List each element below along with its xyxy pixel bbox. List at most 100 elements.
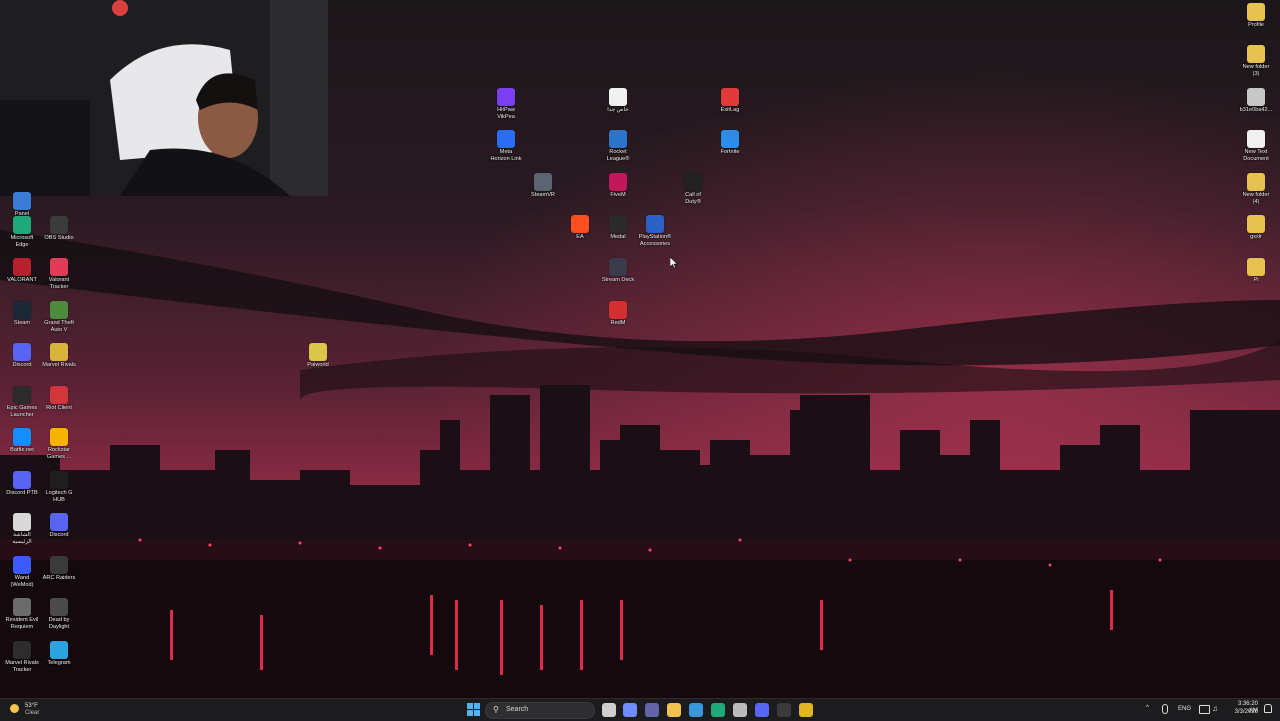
desktop-shortcut-label: New folder (4) bbox=[1242, 192, 1270, 205]
desktop-shortcut-label: Stream Deck bbox=[601, 277, 635, 283]
file-explorer-icon[interactable] bbox=[667, 703, 681, 717]
riot-client-icon bbox=[50, 386, 68, 404]
desktop-shortcut[interactable]: Profile bbox=[1234, 3, 1278, 29]
desktop-shortcut-label: Valorant Tracker bbox=[48, 277, 70, 290]
webcam-overlay bbox=[0, 0, 328, 196]
weather-icon bbox=[10, 704, 19, 713]
language-indicator[interactable]: ENG bbox=[1178, 706, 1191, 713]
desktop-shortcut[interactable]: Pi bbox=[1234, 258, 1278, 284]
file-icon bbox=[13, 513, 31, 531]
stream-deck-icon bbox=[609, 258, 627, 276]
desktop-shortcut[interactable]: Panel bbox=[0, 192, 44, 218]
desktop-shortcut[interactable]: HitPaw VikPea bbox=[484, 88, 528, 121]
taskbar-search-box[interactable]: ⚲ Search bbox=[485, 702, 595, 719]
resident-evil-icon bbox=[13, 598, 31, 616]
copilot-icon[interactable] bbox=[623, 703, 637, 717]
network-icon[interactable] bbox=[1199, 705, 1210, 714]
desktop-shortcut[interactable]: ARC Raiders bbox=[37, 556, 81, 582]
desktop-shortcut[interactable]: SteamVR bbox=[521, 173, 565, 199]
desktop-shortcut-label: Telegram bbox=[47, 660, 71, 666]
valorant-tracker-icon bbox=[50, 258, 68, 276]
logitech-icon bbox=[50, 471, 68, 489]
windows-logo-icon bbox=[467, 703, 480, 716]
desktop-shortcut[interactable]: Discord bbox=[37, 513, 81, 539]
desktop-shortcut-label: ExitLag bbox=[720, 107, 740, 113]
desktop-shortcut-label: Palworld bbox=[307, 362, 329, 368]
search-placeholder: Search bbox=[506, 706, 529, 713]
desktop-shortcut-label: ARC Raiders bbox=[42, 575, 76, 581]
desktop-shortcut[interactable]: Valorant Tracker bbox=[37, 258, 81, 291]
control-panel-icon bbox=[13, 192, 31, 210]
desktop-shortcut[interactable]: Rockstar Games ... bbox=[37, 428, 81, 461]
desktop-shortcut[interactable]: PlayStation® Accessories bbox=[633, 215, 677, 248]
desktop-shortcut[interactable]: ExitLag bbox=[708, 88, 752, 114]
exitlag-icon bbox=[721, 88, 739, 106]
desktop-shortcut-label: Pi bbox=[1253, 277, 1259, 283]
desktop-shortcut[interactable]: Fortnite bbox=[708, 130, 752, 156]
hitpaw-icon bbox=[497, 88, 515, 106]
desktop-shortcut[interactable]: Riot Client bbox=[37, 386, 81, 412]
steamvr-icon bbox=[534, 173, 552, 191]
tray-overflow-chevron-icon[interactable]: ^ bbox=[1146, 705, 1149, 712]
ea-icon bbox=[571, 215, 589, 233]
taskbar: 53°F Clear ⚲ Search ^ ENG ♫ 3:36:20 AM 3… bbox=[0, 698, 1280, 721]
desktop-shortcut-label: Call of Duty® bbox=[685, 192, 701, 205]
teams-icon[interactable] bbox=[645, 703, 659, 717]
desktop-shortcut[interactable]: Logitech G HUB bbox=[37, 471, 81, 504]
desktop-shortcut-label: Meta Horizon Link bbox=[490, 149, 522, 162]
weather-condition: Clear bbox=[25, 710, 40, 716]
start-button[interactable] bbox=[467, 703, 480, 716]
desktop-shortcut[interactable]: Dead by Daylight bbox=[37, 598, 81, 631]
desktop-shortcut-label: Rocket League® bbox=[606, 149, 630, 162]
wand-icon bbox=[13, 556, 31, 574]
desktop-shortcut[interactable]: Grand Theft Auto V bbox=[37, 301, 81, 334]
desktop-shortcut[interactable]: Call of Duty® bbox=[671, 173, 715, 206]
desktop-shortcut[interactable]: New folder (3) bbox=[1234, 45, 1278, 78]
arc-raiders-icon bbox=[50, 556, 68, 574]
desktop-shortcut[interactable]: Palworld bbox=[296, 343, 340, 369]
xbox-icon[interactable] bbox=[733, 703, 747, 717]
desktop-shortcut[interactable]: RedM bbox=[596, 301, 640, 327]
desktop-shortcut-label: Profile bbox=[1248, 22, 1264, 28]
desktop-shortcut[interactable]: Stream Deck bbox=[596, 258, 640, 284]
desktop-shortcut[interactable]: Telegram bbox=[37, 641, 81, 667]
discord-icon[interactable] bbox=[755, 703, 769, 717]
task-view-icon[interactable] bbox=[602, 703, 616, 717]
desktop-shortcut-label: New folder (3) bbox=[1242, 64, 1270, 77]
rockstar-icon bbox=[50, 428, 68, 446]
chrome-icon[interactable] bbox=[799, 703, 813, 717]
notification-bell-icon[interactable] bbox=[1264, 704, 1272, 713]
desktop-shortcut[interactable]: FiveM bbox=[596, 173, 640, 199]
desktop-shortcut[interactable]: Rocket League® bbox=[596, 130, 640, 163]
microphone-icon[interactable] bbox=[1162, 704, 1168, 714]
fivem-icon bbox=[609, 173, 627, 191]
telegram-icon bbox=[50, 641, 68, 659]
playstation-icon bbox=[646, 215, 664, 233]
marvel-rivals-icon bbox=[50, 343, 68, 361]
palworld-icon bbox=[309, 343, 327, 361]
desktop-shortcut[interactable]: ﺧﺎﺹ ﺟﺪﺍ bbox=[596, 88, 640, 114]
meta-icon bbox=[497, 130, 515, 148]
desktop-shortcut[interactable]: Marvel Rivals bbox=[37, 343, 81, 369]
desktop-shortcut[interactable]: b31e0ba42... bbox=[1234, 88, 1278, 114]
edge-icon[interactable] bbox=[711, 703, 725, 717]
desktop-shortcut-label: Grand Theft Auto V bbox=[44, 320, 74, 333]
snipping-icon[interactable] bbox=[777, 703, 791, 717]
redm-icon bbox=[609, 301, 627, 319]
desktop-shortcut[interactable]: Meta Horizon Link bbox=[484, 130, 528, 163]
weather-widget[interactable]: 53°F Clear bbox=[8, 702, 44, 718]
clock-date[interactable]: 3/3/2026 bbox=[1228, 709, 1258, 716]
desktop-shortcut[interactable]: gxxlr bbox=[1234, 215, 1278, 241]
marvel-rivals-tracker-icon bbox=[13, 641, 31, 659]
volume-icon[interactable]: ♫ bbox=[1212, 704, 1218, 713]
store-icon[interactable] bbox=[689, 703, 703, 717]
desktop-shortcut[interactable]: OBS Studio bbox=[37, 216, 81, 242]
desktop-shortcut[interactable]: New Text Document bbox=[1234, 130, 1278, 163]
desktop-shortcut-label: Marvel Rivals bbox=[42, 362, 76, 368]
desktop-shortcut[interactable]: New folder (4) bbox=[1234, 173, 1278, 206]
weather-temp: 53°F bbox=[25, 703, 38, 709]
dead-by-daylight-icon bbox=[50, 598, 68, 616]
desktop-shortcut-label: SteamVR bbox=[531, 192, 555, 198]
folder-icon bbox=[1247, 173, 1265, 191]
rocket-league-icon bbox=[609, 130, 627, 148]
